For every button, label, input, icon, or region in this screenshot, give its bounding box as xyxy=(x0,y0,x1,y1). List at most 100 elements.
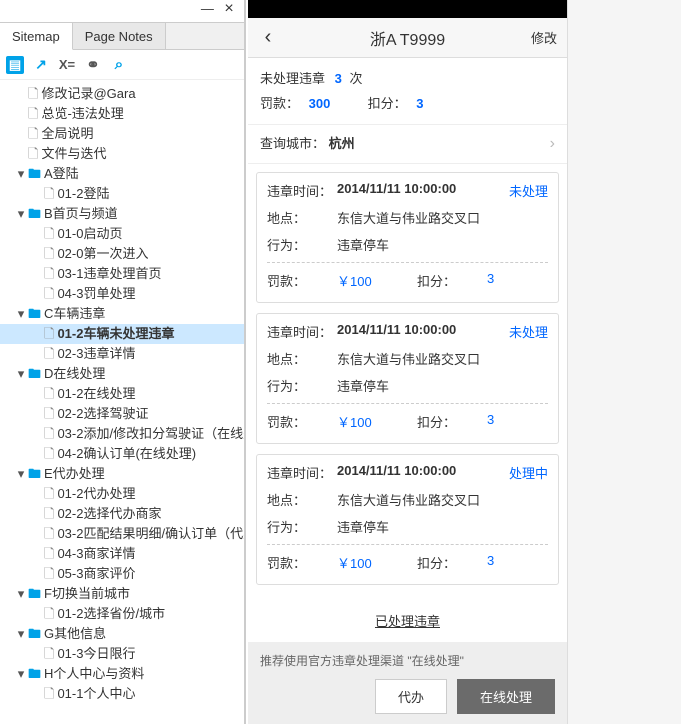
nav-bar: ‹ 浙A T9999 修改 xyxy=(248,18,567,58)
chevron-down-icon[interactable] xyxy=(16,464,28,484)
time-value: 2014/11/11 10:00:00 xyxy=(337,463,509,482)
tree-folder[interactable]: 🖿C车辆违章 xyxy=(0,304,244,324)
chevron-down-icon[interactable] xyxy=(16,304,28,324)
tree-page[interactable]: 🗋01-2代办处理 xyxy=(0,484,244,504)
tree-folder[interactable]: 🖿B首页与频道 xyxy=(0,204,244,224)
page-icon: 🗋 xyxy=(44,266,54,281)
tree-page[interactable]: 🗋04-3商家详情 xyxy=(0,544,244,564)
tree-page[interactable]: 🗋01-0启动页 xyxy=(0,224,244,244)
act-label: 行为： xyxy=(267,376,337,395)
tree-page[interactable]: 🗋01-3今日限行 xyxy=(0,644,244,664)
tree-label: 03-2匹配结果明细/确认订单（代办 xyxy=(57,526,244,541)
tree-page[interactable]: 🗋01-2登陆 xyxy=(0,184,244,204)
tree-page[interactable]: 🗋01-2车辆未处理违章 xyxy=(0,324,244,344)
footer: 推荐使用官方违章处理渠道 "在线处理" 代办 在线处理 xyxy=(248,642,567,724)
tree-label: 总览-违法处理 xyxy=(41,106,123,121)
agent-button[interactable]: 代办 xyxy=(375,679,447,714)
tree-label: E代办处理 xyxy=(44,466,105,481)
tree-page[interactable]: 🗋05-3商家评价 xyxy=(0,564,244,584)
page-icon: 🗋 xyxy=(44,406,54,421)
tree-label: 01-2代办处理 xyxy=(57,486,135,501)
tree-label: 01-2在线处理 xyxy=(57,386,135,401)
tree-label: A登陆 xyxy=(44,166,79,181)
chevron-down-icon[interactable] xyxy=(16,164,28,184)
tree-page[interactable]: 🗋修改记录@Gara xyxy=(0,84,244,104)
chevron-down-icon[interactable] xyxy=(16,624,28,644)
page-icon: 🗋 xyxy=(44,186,54,201)
tree-page[interactable]: 🗋02-3违章详情 xyxy=(0,344,244,364)
back-icon[interactable]: ‹ xyxy=(248,26,288,49)
tree-label: 04-3罚单处理 xyxy=(57,286,135,301)
tree-page[interactable]: 🗋02-0第一次进入 xyxy=(0,244,244,264)
page-icon: 🗋 xyxy=(28,106,38,121)
arrow-icon[interactable]: ↗ xyxy=(32,56,50,74)
tree-page[interactable]: 🗋01-1个人中心 xyxy=(0,684,244,704)
tree-folder[interactable]: 🖿G其他信息 xyxy=(0,624,244,644)
chevron-down-icon[interactable] xyxy=(16,364,28,384)
tree-page[interactable]: 🗋02-2选择驾驶证 xyxy=(0,404,244,424)
pts-label: 扣分： xyxy=(417,412,487,431)
tree-page[interactable]: 🗋03-2添加/修改扣分驾驶证（在线处 xyxy=(0,424,244,444)
fine-label: 罚款： xyxy=(260,96,299,111)
tree-folder[interactable]: 🖿D在线处理 xyxy=(0,364,244,384)
page-icon: 🗋 xyxy=(28,86,38,101)
tree-folder[interactable]: 🖿E代办处理 xyxy=(0,464,244,484)
tree-label: G其他信息 xyxy=(44,626,106,641)
tree-page[interactable]: 🗋03-1违章处理首页 xyxy=(0,264,244,284)
tree-folder[interactable]: 🖿F切换当前城市 xyxy=(0,584,244,604)
fine-value: ￥100 xyxy=(337,553,417,572)
loc-value: 东信大道与伟业路交叉口 xyxy=(337,490,548,509)
fine-value: 300 xyxy=(309,96,331,111)
window-controls: — × xyxy=(0,0,244,22)
tab-page-notes[interactable]: Page Notes xyxy=(73,23,166,49)
page-icon: 🗋 xyxy=(44,286,54,301)
page-icon: 🗋 xyxy=(28,146,38,161)
tree-page[interactable]: 🗋全局说明 xyxy=(0,124,244,144)
violation-card[interactable]: 违章时间：2014/11/11 10:00:00未处理地点：东信大道与伟业路交叉… xyxy=(256,313,559,444)
processed-link[interactable]: 已处理违章 xyxy=(248,603,567,642)
tree-page[interactable]: 🗋文件与迭代 xyxy=(0,144,244,164)
violation-card[interactable]: 违章时间：2014/11/11 10:00:00处理中地点：东信大道与伟业路交叉… xyxy=(256,454,559,585)
sitemap-tree[interactable]: 🗋修改记录@Gara🗋总览-违法处理🗋全局说明🗋文件与迭代🖿A登陆🗋01-2登陆… xyxy=(0,80,244,724)
link-icon[interactable]: ⚭ xyxy=(84,56,102,74)
canvas: ‹ 浙A T9999 修改 未处理违章 3 次 罚款： 300 扣分： 3 查询… xyxy=(248,0,681,724)
page-icon: 🗋 xyxy=(44,326,54,341)
folder-icon: 🖿 xyxy=(28,626,41,641)
folder-icon: 🖿 xyxy=(28,206,41,221)
pts-label: 扣分： xyxy=(417,271,487,290)
tree-label: 01-1个人中心 xyxy=(57,686,135,701)
variables-icon[interactable]: X= xyxy=(58,56,76,74)
online-button[interactable]: 在线处理 xyxy=(457,679,555,714)
nav-edit-button[interactable]: 修改 xyxy=(531,28,557,47)
city-value: 杭州 xyxy=(329,136,355,151)
tree-page[interactable]: 🗋总览-违法处理 xyxy=(0,104,244,124)
tree-page[interactable]: 🗋04-2确认订单(在线处理) xyxy=(0,444,244,464)
time-value: 2014/11/11 10:00:00 xyxy=(337,322,509,341)
violation-card[interactable]: 违章时间：2014/11/11 10:00:00未处理地点：东信大道与伟业路交叉… xyxy=(256,172,559,303)
chevron-down-icon[interactable] xyxy=(16,204,28,224)
status-bar xyxy=(248,0,567,18)
points-value: 3 xyxy=(416,96,423,111)
tree-label: 05-3商家评价 xyxy=(57,566,135,581)
tree-folder[interactable]: 🖿A登陆 xyxy=(0,164,244,184)
pending-unit: 次 xyxy=(350,71,363,86)
pts-value: 3 xyxy=(487,412,548,431)
close-icon[interactable]: × xyxy=(220,0,238,18)
tree-folder[interactable]: 🖿H个人中心与资料 xyxy=(0,664,244,684)
tree-page[interactable]: 🗋02-2选择代办商家 xyxy=(0,504,244,524)
loc-value: 东信大道与伟业路交叉口 xyxy=(337,208,548,227)
folder-icon: 🖿 xyxy=(28,366,41,381)
search-icon[interactable]: ⌕ xyxy=(110,56,128,74)
query-city-row[interactable]: 查询城市： 杭州 › xyxy=(248,124,567,164)
tree-page[interactable]: 🗋04-3罚单处理 xyxy=(0,284,244,304)
page-view-icon[interactable]: ▤ xyxy=(6,56,24,74)
tree-page[interactable]: 🗋01-2在线处理 xyxy=(0,384,244,404)
chevron-down-icon[interactable] xyxy=(16,664,28,684)
page-icon: 🗋 xyxy=(44,686,54,701)
tree-page[interactable]: 🗋03-2匹配结果明细/确认订单（代办 xyxy=(0,524,244,544)
minimize-icon[interactable]: — xyxy=(198,1,216,16)
loc-value: 东信大道与伟业路交叉口 xyxy=(337,349,548,368)
chevron-down-icon[interactable] xyxy=(16,584,28,604)
tree-page[interactable]: 🗋01-2选择省份/城市 xyxy=(0,604,244,624)
tab-sitemap[interactable]: Sitemap xyxy=(0,23,73,50)
